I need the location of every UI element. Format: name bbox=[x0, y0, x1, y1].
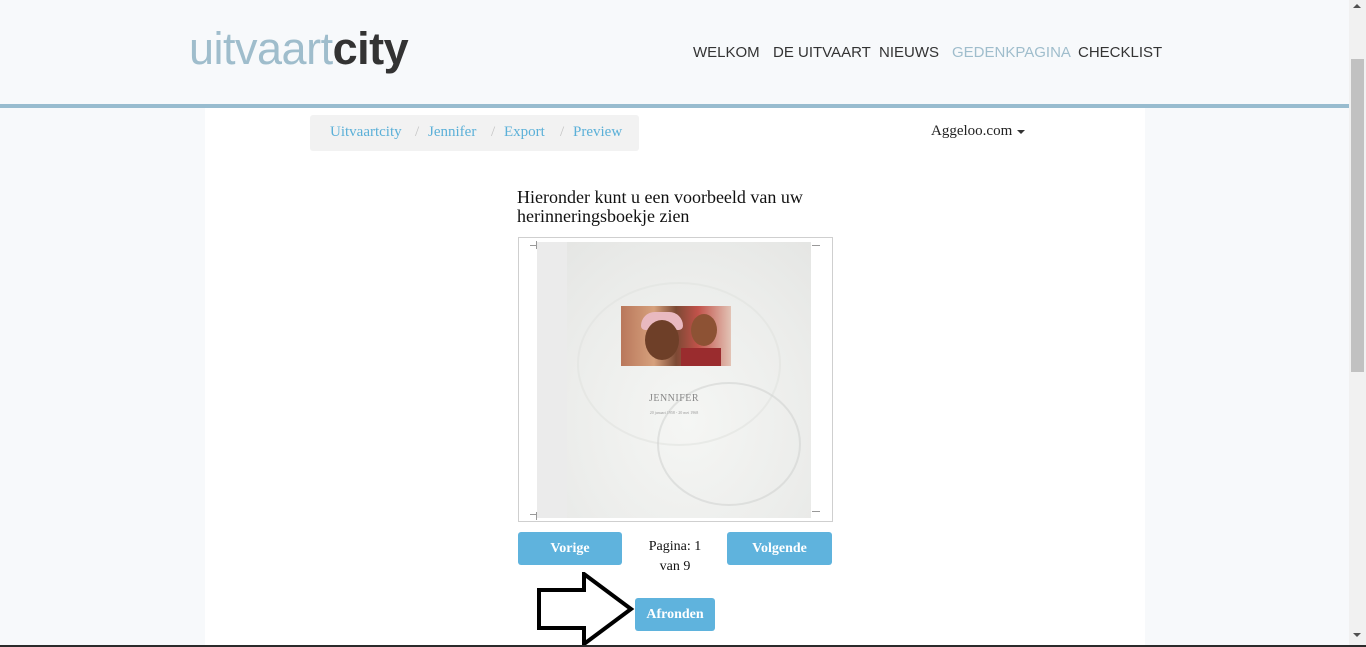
nav-item-de-uitvaart[interactable]: DE UITVAART bbox=[773, 44, 871, 61]
booklet-preview: JENNIFER 20 januari 1958 - 20 mei 1968 bbox=[518, 237, 833, 522]
site-header: uitvaartcity WELKOM DE UITVAART NIEUWS G… bbox=[0, 0, 1349, 108]
site-logo[interactable]: uitvaartcity bbox=[189, 23, 409, 75]
crop-mark bbox=[812, 245, 820, 246]
booklet-spine bbox=[537, 242, 567, 518]
page-indicator-line1: Pagina: 1 bbox=[648, 539, 702, 554]
breadcrumb-separator: / bbox=[560, 124, 565, 140]
nav-item-nieuws[interactable]: NIEUWS bbox=[879, 44, 939, 61]
page-indicator-line2: van 9 bbox=[659, 559, 691, 574]
account-dropdown[interactable]: Aggeloo.com bbox=[931, 123, 1026, 140]
account-label: Aggeloo.com bbox=[931, 123, 1013, 139]
scroll-thumb[interactable] bbox=[1351, 59, 1364, 372]
main-content: Uitvaartcity / Jennifer / Export / Previ… bbox=[205, 108, 1145, 645]
breadcrumb-jennifer[interactable]: Jennifer bbox=[428, 124, 476, 141]
nav-item-gedenkpagina[interactable]: GEDENKPAGINA bbox=[952, 44, 1071, 61]
breadcrumb-preview[interactable]: Preview bbox=[573, 124, 622, 141]
page-indicator: Pagina: 1 van 9 bbox=[635, 537, 715, 577]
crop-mark bbox=[812, 511, 820, 512]
breadcrumb-export[interactable]: Export bbox=[504, 124, 545, 141]
booklet-dates: 20 januari 1958 - 20 mei 1968 bbox=[649, 410, 699, 415]
annotation-arrow-icon bbox=[537, 572, 635, 646]
next-page-button[interactable]: Volgende bbox=[727, 532, 832, 565]
memorial-photo bbox=[621, 306, 731, 366]
breadcrumb-uitvaartcity[interactable]: Uitvaartcity bbox=[330, 124, 402, 141]
booklet-name: JENNIFER bbox=[648, 393, 700, 404]
previous-page-button[interactable]: Vorige bbox=[518, 532, 622, 565]
vertical-scrollbar[interactable] bbox=[1349, 0, 1366, 645]
breadcrumb-separator: / bbox=[415, 124, 420, 140]
breadcrumb-separator: / bbox=[491, 124, 496, 140]
nav-item-checklist[interactable]: CHECKLIST bbox=[1078, 44, 1162, 61]
nav-item-welkom[interactable]: WELKOM bbox=[693, 44, 760, 61]
caret-down-icon bbox=[1017, 129, 1026, 134]
intro-text: Hieronder kunt u een voorbeeld van uw he… bbox=[517, 187, 803, 226]
booklet-page: JENNIFER 20 januari 1958 - 20 mei 1968 bbox=[537, 242, 811, 518]
scroll-up-icon[interactable] bbox=[1353, 4, 1361, 8]
scroll-down-icon[interactable] bbox=[1353, 633, 1361, 637]
finish-button[interactable]: Afronden bbox=[635, 598, 715, 631]
breadcrumb: Uitvaartcity / Jennifer / Export / Previ… bbox=[310, 115, 639, 151]
